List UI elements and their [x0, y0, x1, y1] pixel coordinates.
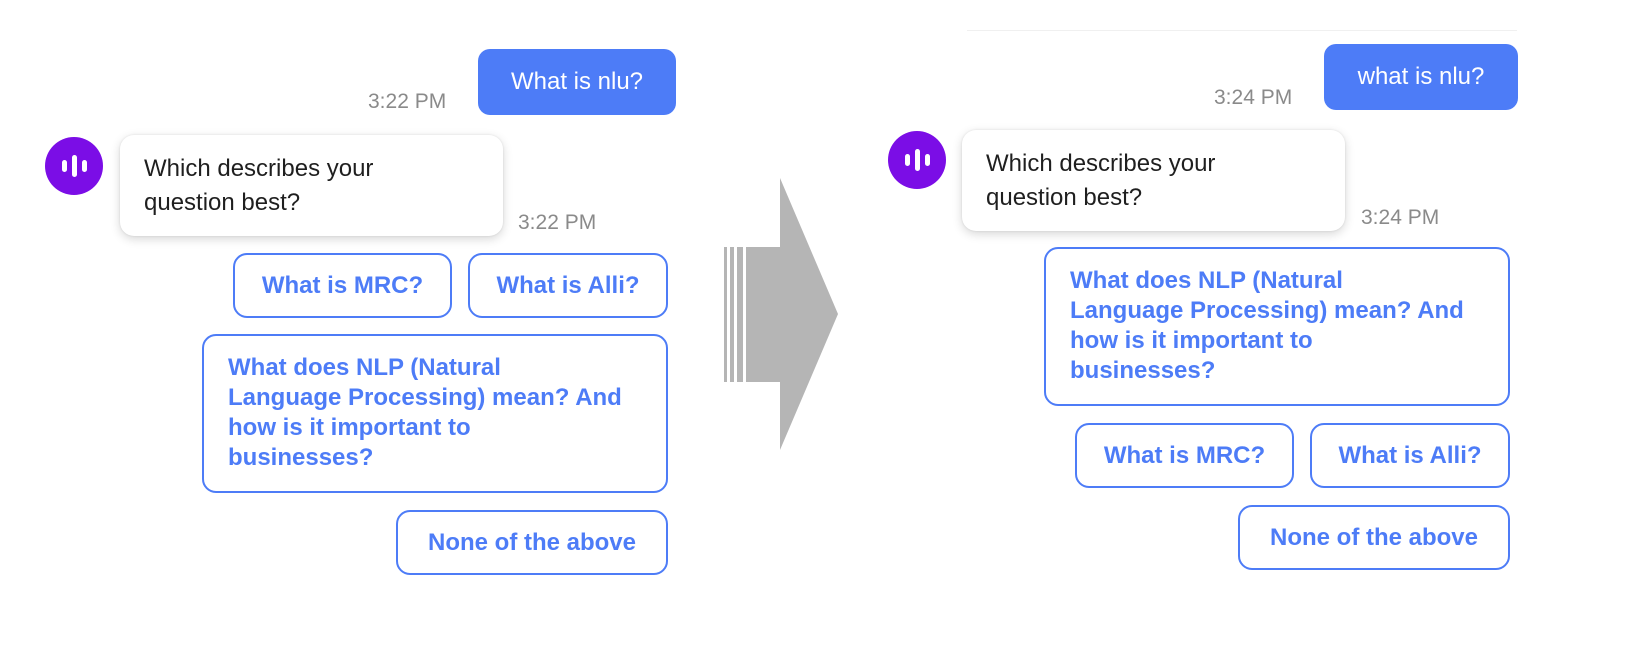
audio-wave-icon [61, 155, 87, 177]
user-message-bubble: what is nlu? [1324, 44, 1518, 110]
bot-message-line: question best? [986, 184, 1143, 211]
divider [967, 30, 1517, 31]
user-message-bubble: What is nlu? [478, 49, 676, 115]
option-text-line: businesses? [1070, 357, 1216, 384]
option-text-line: businesses? [228, 444, 374, 471]
right-arrow-icon [720, 178, 842, 450]
option-what-is-mrc-button[interactable]: What is MRC? [233, 253, 452, 318]
option-what-is-alli-button[interactable]: What is Alli? [1310, 423, 1510, 488]
option-what-is-nlp-button[interactable]: What does NLP (Natural Language Processi… [202, 334, 668, 493]
bot-message-line: question best? [144, 189, 301, 216]
bot-avatar [45, 137, 103, 195]
bot-message-line: Which describes your [144, 155, 374, 182]
option-text-line: how is it important to [1070, 327, 1313, 354]
chat-panel-before: What is nlu? 3:22 PM Which describes you… [0, 0, 700, 652]
option-none-of-the-above-button[interactable]: None of the above [396, 510, 668, 575]
option-text-line: Language Processing) mean? And [228, 384, 622, 411]
bot-message-bubble: Which describes your question best? [120, 135, 503, 236]
option-none-of-the-above-button[interactable]: None of the above [1238, 505, 1510, 570]
option-text-line: What does NLP (Natural [228, 354, 501, 381]
option-text-line: Language Processing) mean? And [1070, 297, 1464, 324]
bot-message-line: Which describes your [986, 150, 1216, 177]
chat-panel-after: what is nlu? 3:24 PM Which describes you… [842, 0, 1542, 652]
option-text-line: how is it important to [228, 414, 471, 441]
bot-message-time: 3:22 PM [518, 211, 597, 234]
bot-avatar [888, 131, 946, 189]
user-message-time: 3:24 PM [1214, 86, 1293, 109]
user-message-time: 3:22 PM [368, 90, 447, 113]
option-what-is-mrc-button[interactable]: What is MRC? [1075, 423, 1294, 488]
option-text-line: What does NLP (Natural [1070, 267, 1343, 294]
option-what-is-alli-button[interactable]: What is Alli? [468, 253, 668, 318]
option-what-is-nlp-button[interactable]: What does NLP (Natural Language Processi… [1044, 247, 1510, 406]
bot-message-bubble: Which describes your question best? [962, 130, 1345, 231]
bot-message-time: 3:24 PM [1361, 206, 1440, 229]
audio-wave-icon [904, 149, 930, 171]
